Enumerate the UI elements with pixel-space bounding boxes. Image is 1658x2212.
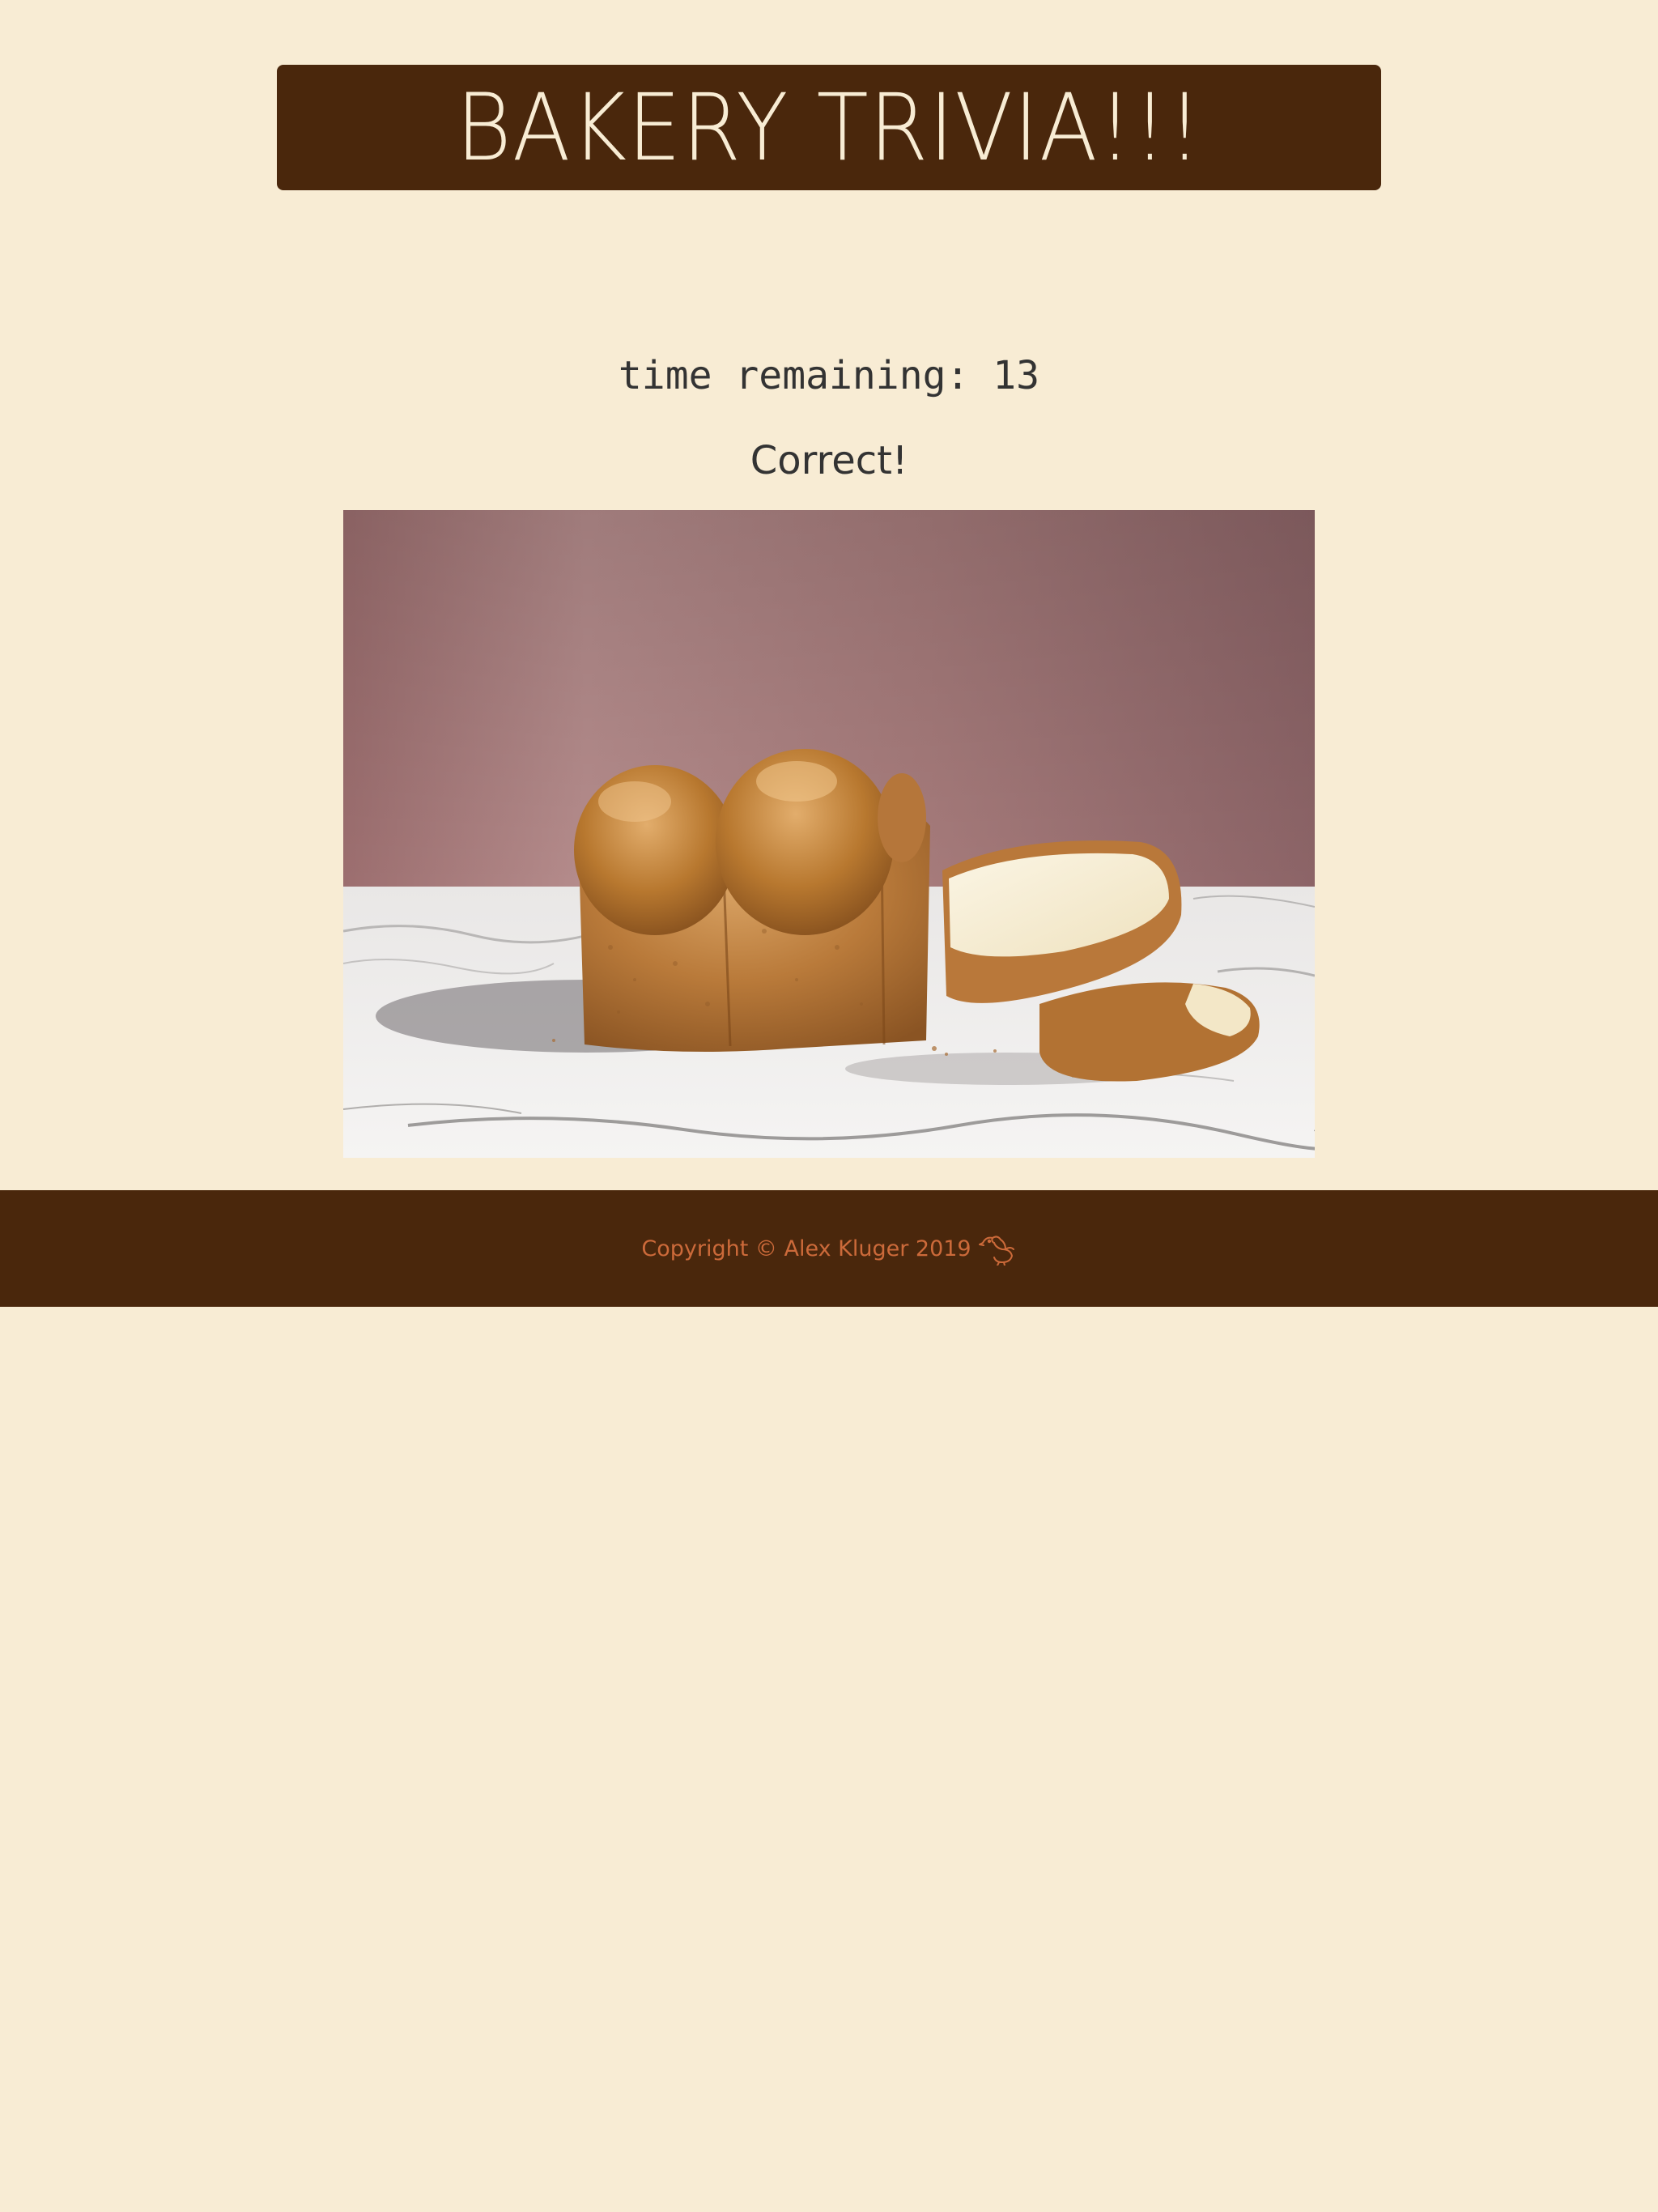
copyright-text: Copyright © Alex Kluger 2019 [641, 1236, 971, 1261]
time-remaining-counter: time remaining: 13 [618, 353, 1040, 398]
rooster-icon [978, 1231, 1017, 1266]
footer: Copyright © Alex Kluger 2019 [0, 1190, 1658, 1307]
answer-result-message: Correct! [750, 438, 908, 483]
bread-loaf-image [343, 510, 1315, 1158]
page-title: BAKERY TRIVIA!!! [455, 73, 1203, 181]
header-banner: BAKERY TRIVIA!!! [277, 65, 1381, 190]
footer-content: Copyright © Alex Kluger 2019 [641, 1231, 1016, 1266]
